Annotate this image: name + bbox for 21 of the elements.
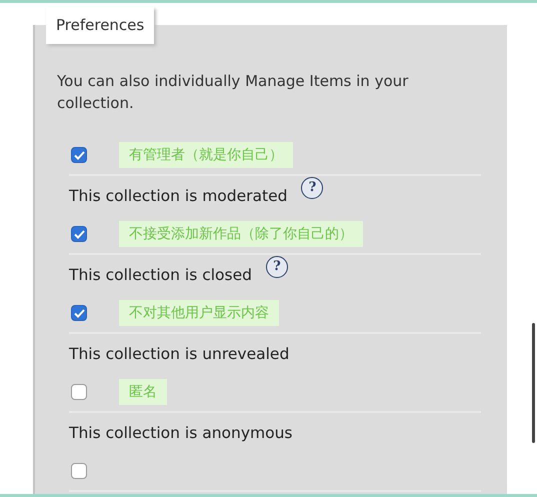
option-label: This collection is closed	[69, 266, 252, 284]
checkbox[interactable]	[71, 226, 87, 242]
checkbox[interactable]	[71, 463, 87, 479]
option-label: This collection is unrevealed	[69, 344, 290, 362]
annotation-note: 不对其他用户显示内容	[119, 300, 279, 326]
annotation-note: 有管理者（就是你自己）	[119, 142, 293, 168]
checkbox[interactable]	[71, 147, 87, 163]
checkmark-icon	[74, 308, 84, 318]
checkbox[interactable]	[71, 305, 87, 321]
option-label: This collection is moderated	[69, 186, 288, 204]
scrollbar[interactable]	[532, 323, 535, 443]
checkmark-icon	[74, 230, 84, 238]
checkmark-icon	[74, 150, 84, 160]
annotation-note: 不接受添加新作品（除了你自己的）	[119, 221, 363, 247]
preferences-tab[interactable]: Preferences	[46, 7, 154, 44]
help-button[interactable]: ?	[266, 256, 288, 278]
help-button[interactable]: ?	[301, 176, 324, 198]
annotation-note: 匿名	[119, 379, 167, 405]
intro-text: You can also individually Manage Items in your collection.	[57, 71, 410, 114]
option-label: This collection is anonymous	[69, 424, 292, 442]
checkbox[interactable]	[71, 384, 87, 400]
